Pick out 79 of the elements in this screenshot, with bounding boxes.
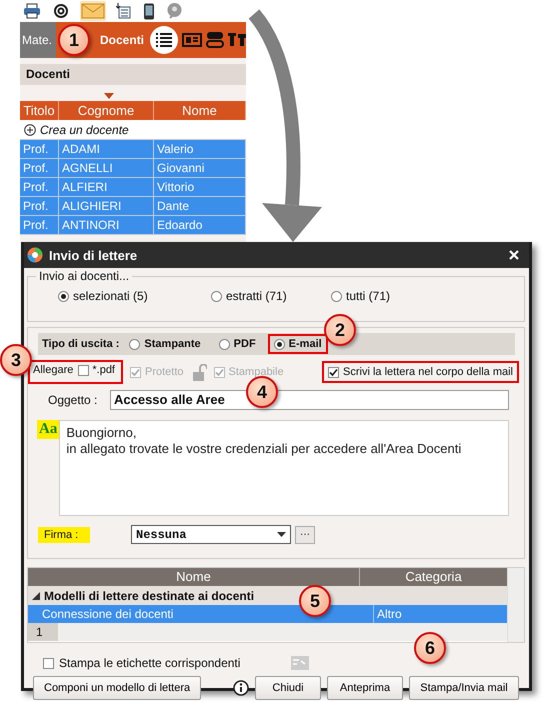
table-cell[interactable]: ALIGHIERI (59, 197, 154, 216)
checkbox[interactable] (43, 658, 54, 668)
radio-label: tutti (71) (346, 289, 390, 303)
table-cell[interactable]: AGNELLI (59, 159, 154, 178)
column-header[interactable]: Cognome (59, 101, 154, 120)
sort-arrow-icon (104, 93, 114, 99)
column-header[interactable]: Nome (28, 568, 359, 586)
table-cell[interactable]: Prof. (20, 178, 59, 197)
dialog-button[interactable]: Anteprima (327, 676, 403, 700)
table-cell[interactable]: Dante (154, 197, 246, 216)
table-cell[interactable]: Prof. (20, 140, 59, 159)
list-view-icon[interactable] (150, 26, 178, 54)
table-cell[interactable]: ALFIERI (59, 178, 154, 197)
more-button[interactable]: ··· (295, 526, 315, 544)
table-cell[interactable]: ADAMI (59, 140, 154, 159)
signature-dropdown[interactable]: Nessuna (131, 525, 291, 544)
horizontal-scrollbar[interactable] (58, 623, 507, 641)
radio-button[interactable] (211, 290, 222, 302)
checkbox-label: *.pdf (92, 364, 115, 376)
table-cell[interactable]: ANTINORI (59, 216, 154, 235)
table-cell[interactable]: Edoardo (154, 216, 246, 235)
checkbox[interactable] (328, 366, 340, 378)
radio-button[interactable] (218, 338, 230, 350)
column-header[interactable]: Nome (154, 101, 246, 120)
signature-label: Firma : (38, 526, 90, 542)
output-type-label: Tipo di uscita : (42, 338, 120, 350)
compose-template-button[interactable]: Componi un modello di lettera (33, 676, 202, 700)
radio-label: Stampante (144, 338, 201, 350)
phone-icon[interactable] (142, 1, 156, 21)
card-view-icon[interactable] (182, 33, 202, 47)
radio-label: E-mail (288, 338, 322, 350)
font-format-icon[interactable]: Aa (37, 420, 60, 439)
checkbox[interactable] (78, 364, 90, 376)
table-cell-text: Connessione dei docenti (41, 606, 174, 623)
padlock-icon (192, 364, 207, 380)
radio-button[interactable] (274, 338, 285, 350)
table-cell[interactable]: Prof. (20, 159, 59, 178)
table-cell[interactable]: Prof. (20, 197, 59, 216)
radio-label: selezionati (5) (73, 289, 148, 303)
tab[interactable]: Docenti (96, 22, 146, 58)
dropdown-caret-icon (277, 532, 286, 537)
table-cell[interactable]: Valerio (154, 140, 246, 159)
checkbox-label: Scrivi la lettera nel corpo della mail (343, 366, 513, 378)
chat-icon[interactable] (165, 1, 184, 21)
printer-icon[interactable] (22, 1, 42, 21)
close-icon[interactable] (509, 250, 519, 260)
export-icon[interactable] (115, 1, 133, 21)
group-view-icon[interactable] (206, 32, 224, 48)
info-icon[interactable] (233, 680, 249, 696)
plus-icon (24, 124, 36, 136)
radio-label: estratti (71) (226, 289, 287, 303)
radio-button[interactable] (331, 290, 342, 302)
step-number-badge: 3 (0, 344, 32, 376)
tab[interactable]: Mate. (20, 22, 56, 58)
checkbox-label: Stampabile (228, 366, 284, 378)
panel-title: Docenti (20, 64, 246, 85)
radio-button[interactable] (58, 290, 69, 302)
attach-label: Allegare (33, 364, 74, 376)
message-field[interactable]: Buongiorno, in allegato trovate le vostre credenziali per accedere all'Area Docenti (59, 420, 509, 516)
window-title: Invio di lettere (49, 248, 138, 262)
table-cell[interactable]: Prof. (20, 216, 59, 235)
row-count: 1 (28, 623, 58, 641)
create-teacher-link[interactable]: Crea un docente (40, 122, 129, 136)
subject-label: Oggetto : (47, 393, 98, 407)
expand-triangle-icon[interactable] (32, 592, 40, 600)
app-logo-icon (27, 247, 43, 263)
column-header[interactable]: Titolo (20, 101, 59, 120)
group-label: Modelli di lettere destinate ai docenti (44, 588, 254, 602)
group-legend: Invio ai docenti... (36, 269, 132, 283)
dialog-button[interactable]: Chiudi (255, 676, 321, 700)
vertical-scrollbar[interactable] (507, 568, 524, 642)
checkbox-label: Protetto (145, 366, 184, 378)
table-cell[interactable]: Giovanni (154, 159, 246, 178)
columns-view-icon[interactable] (228, 33, 246, 47)
radio-label: PDF (234, 338, 256, 350)
checkbox-label: Stampa le etichette corrispondenti (59, 656, 240, 670)
table-cell[interactable]: Vittorio (154, 178, 246, 197)
radio-button[interactable] (129, 338, 140, 350)
dialog-button[interactable]: Stampa/Invia mail (409, 676, 519, 700)
